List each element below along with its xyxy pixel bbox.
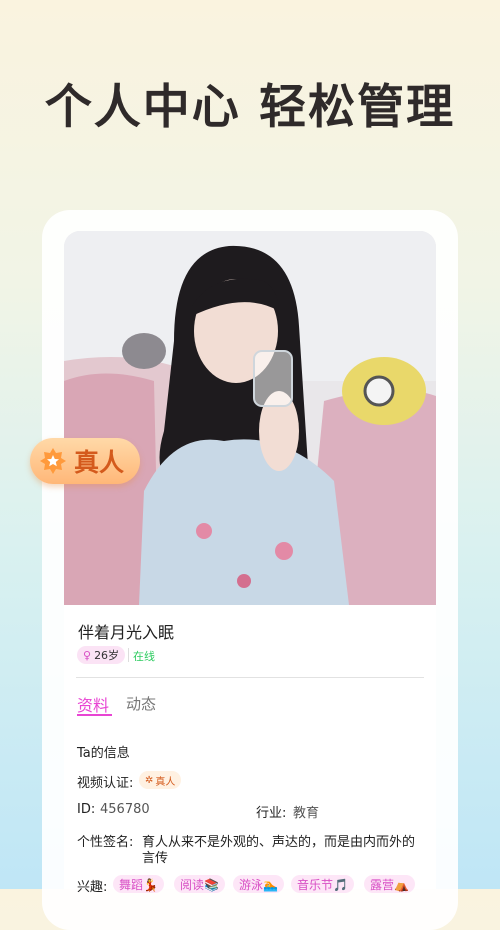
profile-name: 伴着月光入眠 (78, 623, 175, 642)
video-verify-badge: ✲ 真人 (139, 771, 182, 789)
age-badge: ♀ 26岁 (77, 646, 126, 664)
id-value: 456780 (100, 802, 150, 817)
interest-tag[interactable]: 露营⛺ (364, 875, 415, 893)
tab-posts[interactable]: 动态 (126, 693, 156, 714)
profile-photo[interactable] (64, 231, 436, 605)
female-icon: ♀ (83, 648, 92, 662)
real-person-badge-label: 真人 (74, 448, 125, 477)
age-text: 26岁 (94, 649, 120, 662)
signature-line-2: 言传 (142, 851, 169, 866)
interest-tag[interactable]: 音乐节🎵 (291, 875, 354, 893)
interest-tag[interactable]: 阅读📚 (174, 875, 225, 893)
video-verify-label: 视频认证: (77, 776, 134, 791)
section-title: Ta的信息 (77, 746, 130, 761)
interest-tag[interactable]: 游泳🏊 (233, 875, 284, 893)
interests-label: 兴趣: (77, 880, 108, 895)
verified-star-icon (40, 448, 66, 474)
real-person-badge: 真人 (30, 438, 140, 484)
industry-label: 行业: (256, 806, 287, 821)
video-verify-badge-label: 真人 (155, 776, 176, 788)
headline: 个人中心 轻松管理 (44, 80, 456, 135)
industry-value: 教育 (293, 806, 320, 821)
verified-star-icon: ✲ (145, 774, 154, 786)
online-status: 在线 (133, 650, 155, 663)
status-divider (128, 648, 129, 662)
active-tab-indicator (77, 714, 112, 716)
divider (76, 677, 424, 678)
signature-line-1: 育人从来不是外观的、声达的，而是由内而外的 (142, 835, 416, 850)
id-label: ID: (77, 802, 96, 817)
tab-profile[interactable]: 资料 (77, 692, 109, 716)
interest-tag[interactable]: 舞蹈💃 (113, 875, 164, 893)
signature-label: 个性签名: (77, 835, 134, 850)
